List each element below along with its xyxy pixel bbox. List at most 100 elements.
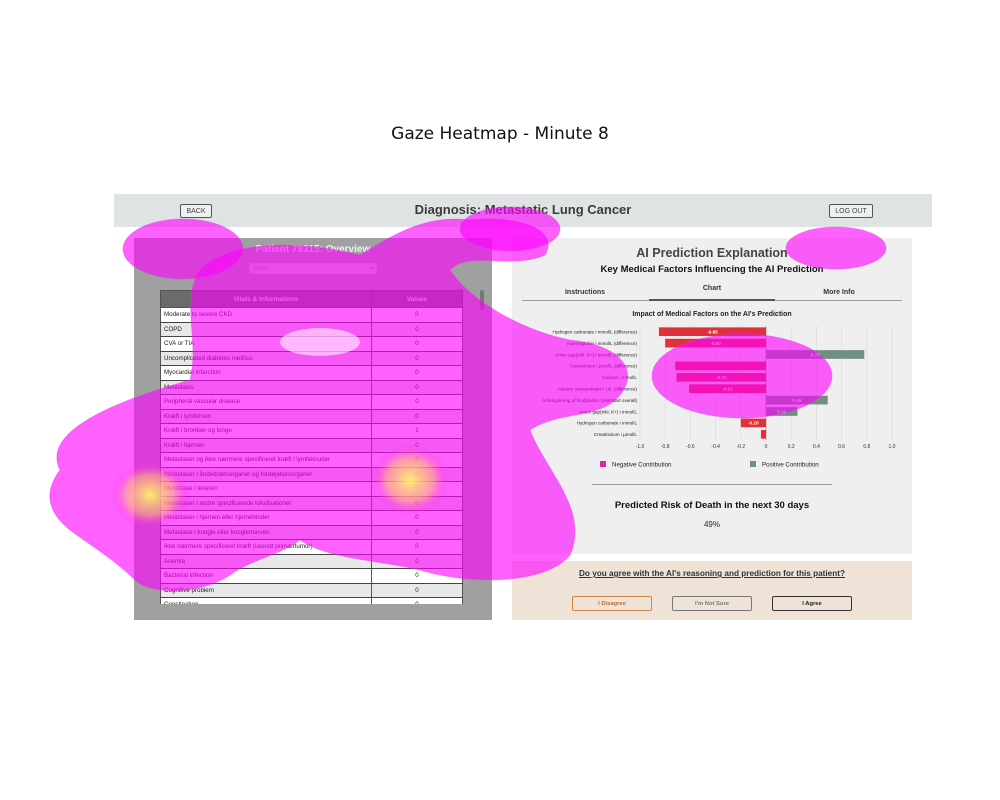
vital-label: Constipation — [160, 597, 372, 604]
x-tick-label: -0.4 — [711, 444, 720, 450]
vital-value: 0 — [371, 307, 463, 323]
vital-value: 0 — [371, 336, 463, 352]
risk-title: Predicted Risk of Death in the next 30 d… — [614, 500, 810, 511]
table-row: Constipation0 — [160, 597, 463, 604]
x-tick-label: 0.8 — [863, 444, 870, 450]
factor-impact-chart: Impact of Medical Factors on the AI's Pr… — [542, 311, 896, 469]
risk-value: 49% — [703, 520, 720, 529]
diagnosis-name: Metastatic Lung Cancer — [484, 202, 632, 217]
table-row: Anemia 0 — [160, 554, 463, 569]
table-row: Kræft i bronkier og lunge 1 — [160, 423, 463, 439]
patient-title: Patient 79315: Overview — [255, 244, 371, 255]
vital-value: 0 — [371, 365, 463, 381]
x-tick-label: -1.0 — [636, 444, 645, 450]
y-tick-label: Haemoglobin i mmol/L (difference) — [567, 341, 637, 346]
data-label: 0.25 — [777, 409, 786, 414]
vital-label: Metastaser i åndedrætsorganer og fordøje… — [160, 467, 372, 482]
table-row: Uncomplicated diabetes mellitus 0 — [160, 351, 463, 366]
vitals-table-container[interactable]: Vitals & Informations Values Moderate to… — [160, 290, 463, 604]
column-header-values: Values — [371, 290, 463, 308]
ai-subtitle: Key Medical Factors Influencing the AI P… — [600, 264, 824, 275]
tab-chart[interactable]: Chart — [649, 282, 775, 301]
vital-label: Uncomplicated diabetes mellitus — [160, 351, 372, 366]
chart-bar — [760, 429, 766, 439]
table-row: Ikke nærmere specificeret kræft (ukendt … — [160, 539, 463, 555]
vital-label: Anemia — [160, 554, 372, 569]
table-row: Cognitive problem 0 — [160, 583, 463, 598]
y-tick-label: Creatininium i µmol/L — [594, 432, 638, 437]
table-row: Myocardial infarction 0 — [160, 365, 463, 381]
tab-instructions[interactable]: Instructions — [522, 282, 648, 299]
logout-button[interactable]: LOG OUT — [829, 204, 873, 218]
vital-label: Metastaser og ikke nærmere specificeret … — [160, 452, 372, 468]
column-header-vitals: Vitals & Informations — [160, 290, 372, 308]
y-tick-label: Creatininium i µmol/L (difference) — [570, 364, 638, 369]
disagree-button[interactable]: I Disagree — [572, 596, 652, 611]
y-tick-label: Antiregulering af blodplader i (slut/sta… — [542, 398, 637, 403]
vital-value: 0 — [371, 394, 463, 410]
vital-label: Metastaser i andre specificerede lokalis… — [160, 496, 372, 511]
table-row: Metastasis 0 — [160, 380, 463, 395]
data-label: -0.61 — [722, 387, 733, 392]
table-row: Metastase i leveren 0 — [160, 481, 463, 497]
category-select[interactable]: Vitals ▾ — [249, 263, 377, 274]
table-row: Metastaser og ikke nærmere specificeret … — [160, 452, 463, 468]
legend-swatch-negative — [600, 461, 606, 467]
agreement-panel: Do you agree with the AI's reasoning and… — [512, 561, 912, 620]
vital-label: CVA or TIA — [160, 336, 372, 352]
table-row: Metastaser i hjernen eller hjernehinder 0 — [160, 510, 463, 526]
table-row: Kræft i lymfernen 0 — [160, 409, 463, 424]
category-select-value: Vitals — [254, 266, 269, 272]
vital-value: 0 — [371, 452, 463, 468]
vital-label: Metastaser i hjernen eller hjernehinder — [160, 510, 372, 526]
vital-label: COPD — [160, 322, 372, 337]
data-label: -0.71 — [716, 375, 727, 380]
vital-label: Kræft i lymfernen — [160, 409, 372, 424]
vital-value: 0 — [371, 351, 463, 366]
vital-value: 0 — [371, 438, 463, 453]
vital-value: 0 — [371, 496, 463, 511]
vital-label: Metastase i leveren — [160, 481, 372, 497]
scrollbar[interactable] — [480, 290, 484, 310]
legend-positive: Positive Contribution — [762, 462, 819, 469]
chart-title: Impact of Medical Factors on the AI's Pr… — [632, 311, 791, 318]
vital-value: 0 — [371, 597, 463, 604]
legend-swatch-positive — [750, 461, 756, 467]
vital-value: 0 — [371, 554, 463, 569]
table-row: Peripheral vascular disease 0 — [160, 394, 463, 410]
agree-button[interactable]: I Agree — [772, 596, 852, 611]
vital-label: Cognitive problem — [160, 583, 372, 598]
x-tick-label: 0.2 — [788, 444, 795, 450]
patient-overview-panel: Patient 79315: Overview Vitals ▾ Vitals … — [134, 238, 492, 620]
y-tick-label: Hydrogen carbonate i mmol/L (difference) — [552, 330, 637, 335]
legend-negative: Negative Contribution — [612, 462, 672, 469]
not-sure-button[interactable]: I'm Not Sure — [672, 596, 752, 611]
data-label: -0.20 — [748, 421, 759, 426]
vital-value: 0 — [371, 583, 463, 598]
vital-label: Metastasis — [160, 380, 372, 395]
vital-label: Myocardial infarction — [160, 365, 372, 381]
ai-explanation-panel: AI Prediction Explanation Key Medical Fa… — [512, 238, 912, 554]
vital-value: 0 — [371, 525, 463, 540]
x-tick-label: 1.0 — [889, 444, 896, 450]
vital-label: Kræft i hjernen — [160, 438, 372, 453]
y-tick-label: Anion gap(inkl. K+) i mmol/L (difference… — [555, 352, 637, 357]
top-bar: BACK Diagnosis: Metastatic Lung Cancer L… — [114, 194, 932, 227]
table-row: Metastaser i andre specificerede lokalis… — [160, 496, 463, 511]
vital-value: 0 — [371, 467, 463, 482]
y-tick-label: Hydrogen carbonate i mmol/L — [577, 421, 638, 426]
vital-value: 0 — [371, 322, 463, 337]
chart-bar — [675, 361, 766, 371]
vital-label: Metastase i knogle eller knoglemarven — [160, 525, 372, 540]
vital-value: 0 — [371, 568, 463, 584]
tab-bar: Instructions Chart More Info — [522, 282, 902, 301]
divider — [592, 484, 832, 485]
data-label: 0.49 — [792, 398, 801, 403]
table-row: COPD 0 — [160, 322, 463, 337]
y-tick-label: Alanine transaminase i U/L (difference) — [558, 387, 638, 392]
ai-title: AI Prediction Explanation — [636, 246, 788, 260]
table-row: Metastaser i åndedrætsorganer og fordøje… — [160, 467, 463, 482]
vital-value: 0 — [371, 510, 463, 526]
vital-label: Moderate to severe CKD — [160, 307, 372, 323]
tab-more-info[interactable]: More Info — [776, 282, 902, 299]
